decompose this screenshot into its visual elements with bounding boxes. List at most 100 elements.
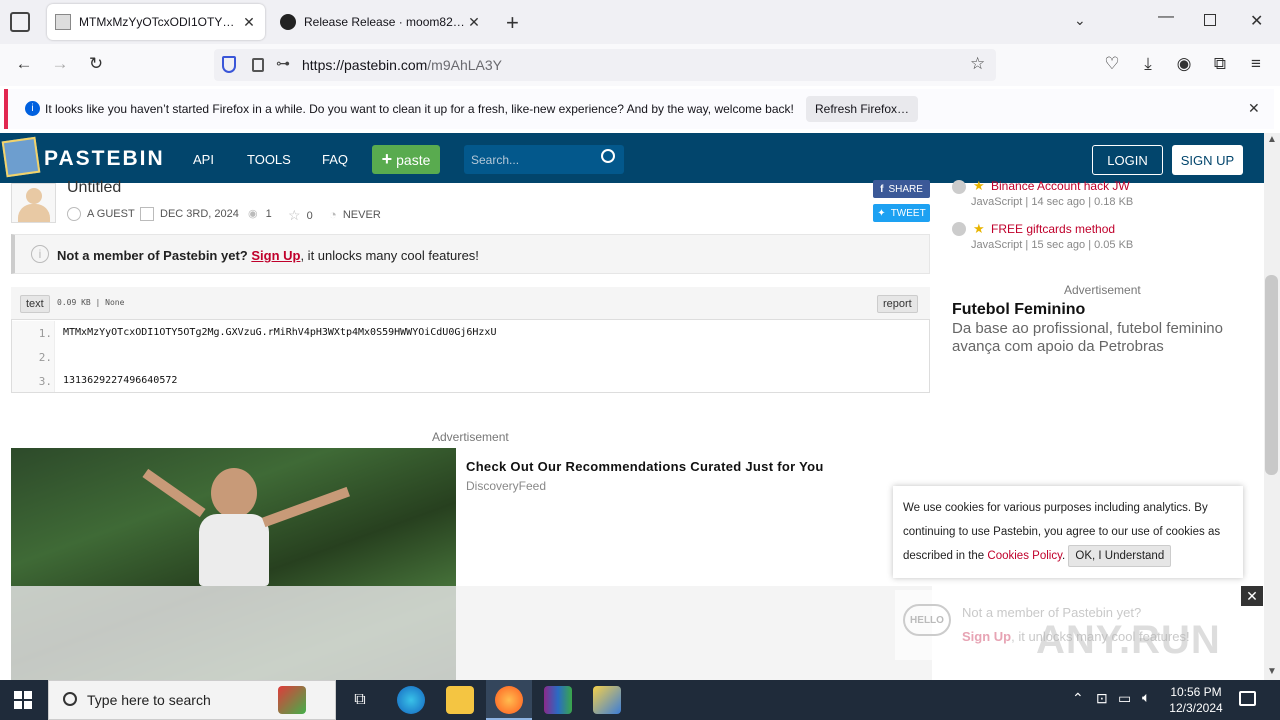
github-favicon-icon xyxy=(280,14,296,30)
pastebin-logo-text[interactable]: PASTEBIN xyxy=(44,147,165,171)
tray-chevron-icon[interactable]: ⌃ xyxy=(1072,690,1084,707)
ad-overlay xyxy=(11,586,456,680)
cookie-text: We use cookies for various purposes incl… xyxy=(903,496,1239,568)
twitter-icon: ✦ xyxy=(877,207,886,219)
signup-button[interactable]: SIGN UP xyxy=(1172,145,1243,175)
close-notification-icon[interactable]: ✕ xyxy=(1248,100,1260,117)
recent-paste-meta: JavaScript | 14 sec ago | 0.18 KB xyxy=(971,196,1134,208)
login-button[interactable]: LOGIN xyxy=(1092,145,1163,175)
scroll-up-icon[interactable]: ▲ xyxy=(1267,134,1277,145)
scroll-down-icon[interactable]: ▼ xyxy=(1267,666,1277,677)
ad-panel-overlay xyxy=(456,586,932,680)
share-label: SHARE xyxy=(888,183,923,195)
winrar-icon[interactable] xyxy=(544,686,572,714)
paste-date: DEC 3RD, 2024 xyxy=(160,208,239,220)
nav-faq[interactable]: FAQ xyxy=(322,152,348,167)
bookmark-star-icon[interactable]: ☆ xyxy=(970,54,985,74)
code-header xyxy=(11,287,930,320)
task-view-icon[interactable]: ⧉ xyxy=(346,686,374,714)
notifications-icon[interactable] xyxy=(1239,691,1256,706)
nav-api[interactable]: API xyxy=(193,152,214,167)
ad-headline[interactable]: Check Out Our Recommendations Curated Ju… xyxy=(466,459,824,474)
tab-list-icon[interactable] xyxy=(10,12,30,32)
account-icon[interactable]: ◉ xyxy=(1170,50,1198,78)
pastebin-logo-icon[interactable] xyxy=(1,136,41,178)
app-icon[interactable] xyxy=(593,686,621,714)
back-arrow-icon[interactable]: ← xyxy=(10,50,38,78)
refresh-firefox-button[interactable]: Refresh Firefox… xyxy=(806,96,918,122)
minimize-icon[interactable]: — xyxy=(1158,8,1174,26)
url-text[interactable]: https://pastebin.com/m9AhLA3Y xyxy=(302,57,502,73)
restore-icon[interactable] xyxy=(1204,14,1216,26)
scrollbar-thumb[interactable] xyxy=(1265,275,1278,475)
syntax-badge[interactable]: text xyxy=(20,295,50,313)
network-icon[interactable]: ⊡ xyxy=(1096,690,1108,707)
tab-overflow-chevron-icon[interactable]: ⌄ xyxy=(1074,12,1086,29)
clock-time: 10:56 PM xyxy=(1170,685,1222,699)
search-icon xyxy=(63,692,77,706)
user-icon xyxy=(67,207,81,221)
clock-icon: ◔ xyxy=(329,207,337,222)
expiry-meta: ◔ NEVER xyxy=(329,207,381,222)
url-host: https://pastebin.com xyxy=(302,57,428,73)
side-ad-body[interactable]: Da base ao profissional, futebol feminin… xyxy=(952,320,1242,356)
volume-icon[interactable]: 🔈︎ xyxy=(1142,689,1150,706)
recent-paste-title[interactable]: FREE giftcards method xyxy=(991,222,1115,236)
info-circle-icon: i xyxy=(31,245,49,263)
menu-icon[interactable]: ≡ xyxy=(1242,50,1270,78)
firefox-icon[interactable] xyxy=(495,686,523,714)
tab-github[interactable]: Release Release · moom825/Dis ✕ xyxy=(272,4,490,40)
close-tab-icon[interactable]: ✕ xyxy=(466,14,482,31)
star-icon: ☆ xyxy=(288,207,301,223)
lock-icon[interactable] xyxy=(252,58,264,72)
member-signup-link[interactable]: Sign Up xyxy=(251,248,300,263)
forward-arrow-icon[interactable]: → xyxy=(46,50,74,78)
author-name[interactable]: A GUEST xyxy=(87,208,135,220)
reload-icon[interactable]: ↻ xyxy=(82,50,110,78)
watermark: ANY.RUN xyxy=(1036,618,1221,662)
line-number: 3. xyxy=(38,375,52,388)
shield-icon[interactable] xyxy=(222,56,236,73)
tweet-button[interactable]: ✦ TWEET xyxy=(873,204,930,222)
report-button[interactable]: report xyxy=(877,295,918,313)
share-button[interactable]: f SHARE xyxy=(873,180,930,198)
notification-text: It looks like you haven’t started Firefo… xyxy=(45,102,794,116)
permissions-icon[interactable]: ⊶ xyxy=(276,55,290,72)
edge-icon[interactable] xyxy=(397,686,425,714)
search-icon[interactable] xyxy=(601,149,615,163)
taskbar-clock[interactable]: 10:56 PM 12/3/2024 xyxy=(1166,684,1226,716)
close-popup-icon[interactable]: ✕ xyxy=(1241,586,1263,606)
windows-start-icon[interactable] xyxy=(14,691,32,709)
paste-title: Untitled xyxy=(67,179,122,196)
expiry-value: NEVER xyxy=(342,208,381,221)
popup-signup-link[interactable]: Sign Up xyxy=(962,629,1011,644)
display-icon[interactable]: ▭ xyxy=(1118,690,1131,707)
calendar-icon xyxy=(140,207,154,221)
file-explorer-icon[interactable] xyxy=(446,686,474,714)
code-line: 1313629227496640572 xyxy=(63,375,178,386)
cookie-message: We use cookies for various purposes incl… xyxy=(903,502,1221,562)
extensions-icon[interactable]: ⧉ xyxy=(1206,50,1234,78)
facebook-icon: f xyxy=(880,183,884,195)
nav-tools[interactable]: TOOLS xyxy=(247,152,291,167)
giftbox-icon[interactable] xyxy=(278,686,306,714)
download-icon[interactable]: ⤓ xyxy=(1134,50,1162,78)
side-ad-label: Advertisement xyxy=(1064,283,1141,297)
cookie-accept-button[interactable]: OK, I Understand xyxy=(1068,545,1172,567)
cookies-policy-link[interactable]: Cookies Policy xyxy=(987,550,1062,562)
tab-pastebin[interactable]: MTMxMzYyOTcxODI1OTY5OTg2Mg.GXVzuG ✕ xyxy=(47,4,265,40)
side-ad-title[interactable]: Futebol Feminino xyxy=(952,301,1085,319)
new-tab-button[interactable]: + xyxy=(506,10,519,36)
line-number: 2. xyxy=(38,351,52,364)
search-placeholder: Search... xyxy=(471,153,520,167)
close-window-icon[interactable]: ✕ xyxy=(1250,11,1263,31)
recent-paste-title[interactable]: Binance Account hack JW xyxy=(991,179,1130,193)
pocket-icon[interactable]: ♡ xyxy=(1098,50,1126,78)
ad-label: Advertisement xyxy=(432,430,509,444)
ad-image[interactable] xyxy=(11,448,456,680)
recent-paste-meta: JavaScript | 15 sec ago | 0.05 KB xyxy=(971,239,1134,251)
info-icon: i xyxy=(25,101,40,116)
ad-source[interactable]: DiscoveryFeed xyxy=(466,479,546,493)
new-paste-button[interactable]: + paste xyxy=(372,145,440,174)
close-tab-icon[interactable]: ✕ xyxy=(241,14,257,31)
